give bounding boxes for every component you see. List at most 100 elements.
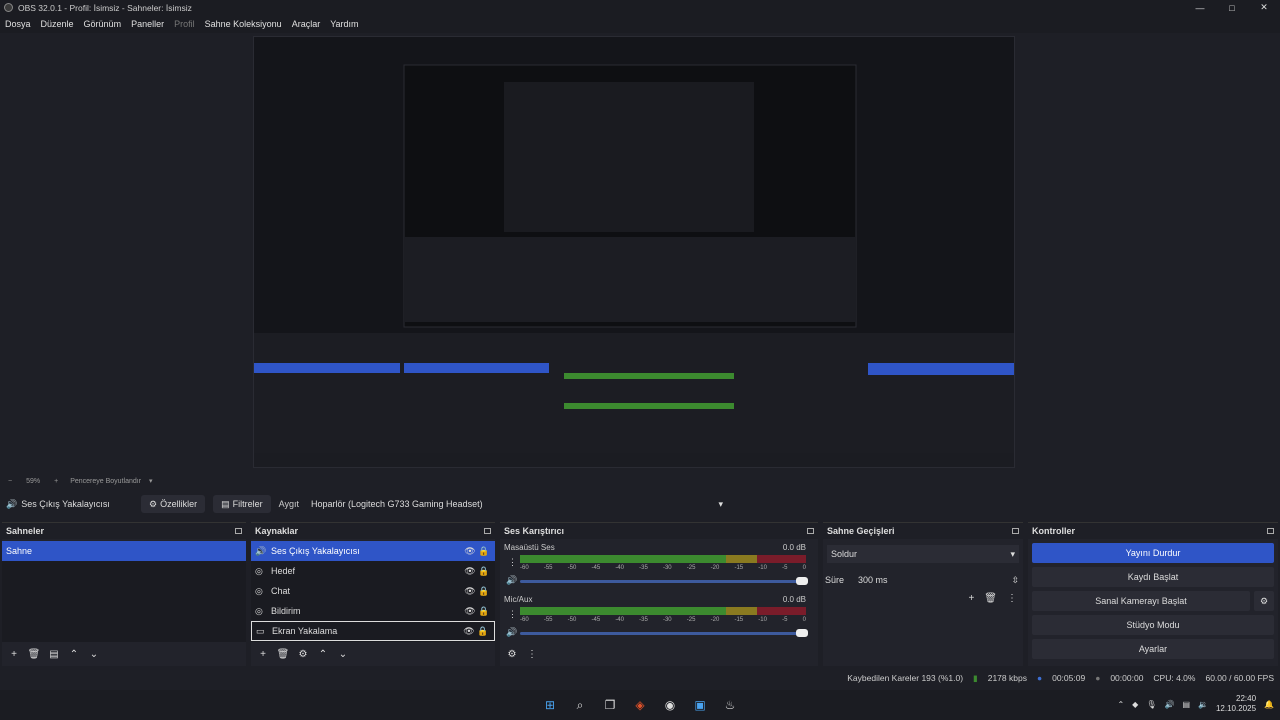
source-item[interactable]: ◎ Hedef 👁 🔒 [251, 561, 495, 581]
volume-slider[interactable] [520, 577, 808, 585]
device-select[interactable]: Hoparlör (Logitech G733 Gaming Headset) … [305, 495, 729, 513]
move-up-icon[interactable]: ⌃ [66, 649, 82, 660]
channel-db: 0.0 dB [782, 543, 806, 552]
menu-profile[interactable]: Profil [169, 19, 200, 29]
lock-icon[interactable]: 🔒 [477, 586, 491, 597]
menu-file[interactable]: Dosya [0, 19, 36, 29]
source-item[interactable]: ◎ Chat 👁 🔒 [251, 581, 495, 601]
menu-dots-icon[interactable]: ⋮ [524, 649, 540, 660]
move-up-icon[interactable]: ⌃ [315, 649, 331, 660]
clock[interactable]: 22:40 12.10.2025 [1216, 694, 1256, 714]
move-down-icon[interactable]: ⌄ [335, 649, 351, 660]
speaker-icon[interactable]: 🔊 [506, 575, 517, 586]
task-view-icon[interactable]: ❐ [600, 695, 620, 715]
menu-dots-icon[interactable]: ⋮ [508, 557, 517, 568]
chevron-up-icon[interactable]: ⌃ [1117, 700, 1124, 709]
eye-icon[interactable]: 👁 [462, 626, 476, 637]
zoom-in-button[interactable]: + [54, 478, 58, 485]
move-down-icon[interactable]: ⌄ [86, 649, 102, 660]
stop-stream-button[interactable]: Yayını Durdur [1032, 543, 1274, 563]
gear-icon[interactable]: ⚙ [295, 649, 311, 660]
network-icon[interactable]: ▤ [1182, 700, 1190, 709]
volume-slider[interactable] [520, 629, 808, 637]
studio-mode-button[interactable]: Stüdyo Modu [1032, 615, 1274, 635]
undock-icon[interactable] [1012, 528, 1019, 534]
close-button[interactable]: ✕ [1248, 0, 1280, 15]
trash-icon[interactable]: 🗑 [275, 649, 291, 660]
settings-button[interactable]: Ayarlar [1032, 639, 1274, 659]
maximize-button[interactable]: □ [1216, 0, 1248, 15]
mixer-settings-icon[interactable]: ⚙ [504, 649, 520, 660]
mixer-footer: ⚙ ⋮ [500, 642, 818, 666]
zoom-out-button[interactable]: − [8, 478, 12, 485]
lock-icon[interactable]: 🔒 [477, 566, 491, 577]
source-name: Ekran Yakalama [272, 626, 338, 636]
eye-icon[interactable]: 👁 [463, 586, 477, 597]
filters-button[interactable]: ▤ Filtreler [213, 495, 271, 513]
microphone-icon[interactable]: 🎙 [1146, 700, 1156, 709]
obs-taskbar-icon[interactable]: ◉ [660, 695, 680, 715]
brave-browser-icon[interactable]: ◈ [630, 695, 650, 715]
tray-app-icon[interactable]: ◆ [1132, 700, 1138, 709]
tick-label: -40 [615, 565, 624, 571]
add-icon[interactable]: + [255, 649, 271, 660]
search-icon[interactable]: ⌕ [570, 695, 590, 715]
undock-icon[interactable] [1267, 528, 1274, 534]
speaker-icon[interactable]: 🔊 [1164, 700, 1174, 709]
menu-scene-collection[interactable]: Sahne Koleksiyonu [200, 19, 287, 29]
lock-icon[interactable]: 🔒 [477, 546, 491, 557]
menu-view[interactable]: Görünüm [79, 19, 127, 29]
trash-icon[interactable]: 🗑 [984, 593, 997, 604]
recursive-preview-image [254, 37, 1014, 467]
minimize-button[interactable]: — [1184, 0, 1216, 15]
duration-input[interactable]: 300 ms [858, 575, 1011, 585]
steam-icon[interactable]: ♨ [720, 695, 740, 715]
transition-type: Soldur [831, 549, 858, 559]
windows-start-icon[interactable]: ⊞ [540, 695, 560, 715]
tick-label: -45 [591, 565, 601, 571]
menu-dots-icon[interactable]: ⋮ [508, 609, 517, 620]
stepper-icon[interactable]: ⇳ [1011, 575, 1019, 586]
undock-icon[interactable] [484, 528, 491, 534]
scene-name: Sahne [6, 546, 33, 556]
undock-icon[interactable] [807, 528, 814, 534]
source-item[interactable]: 🔊 Ses Çıkış Yakalayıcısı 👁 🔒 [251, 541, 495, 561]
chevron-down-icon[interactable]: ▾ [149, 477, 153, 485]
speaker-icon[interactable]: 🔊 [506, 627, 517, 638]
zoom-mode[interactable]: Pencereye Boyutlandır [70, 478, 141, 485]
undock-icon[interactable] [235, 528, 242, 534]
source-item[interactable]: ▭ Ekran Yakalama 👁 🔒 [251, 621, 495, 641]
menu-tools[interactable]: Araçlar [287, 19, 326, 29]
scenes-footer: + 🗑 ▤ ⌃ ⌄ [2, 642, 246, 666]
properties-button[interactable]: ⚙ Özellikler [141, 495, 206, 513]
menu-help[interactable]: Yardım [325, 19, 363, 29]
add-icon[interactable]: + [968, 593, 974, 604]
stream-preview[interactable] [253, 36, 1015, 468]
start-virtual-camera-button[interactable]: Sanal Kamerayı Başlat [1032, 591, 1250, 611]
eye-icon[interactable]: 👁 [463, 566, 477, 577]
menu-dots-icon[interactable]: ⋮ [1007, 593, 1017, 604]
menu-edit[interactable]: Düzenle [36, 19, 79, 29]
start-recording-button[interactable]: Kaydı Başlat [1032, 567, 1274, 587]
mixer-dock: Ses Karıştırıcı Masaüstü Ses 0.0 dB ⋮ -60… [500, 522, 818, 666]
trash-icon[interactable]: 🗑 [26, 649, 42, 660]
lock-icon[interactable]: 🔒 [476, 626, 490, 637]
eye-icon[interactable]: 👁 [463, 606, 477, 617]
scene-item[interactable]: Sahne [2, 541, 246, 561]
lock-icon[interactable]: 🔒 [477, 606, 491, 617]
source-name: Hedef [271, 566, 296, 576]
title-bar: OBS 32.0.1 - Profil: İsimsiz - Sahneler:… [0, 0, 1280, 15]
sources-footer: + 🗑 ⚙ ⌃ ⌄ [251, 642, 495, 666]
volume-icon[interactable]: 🔉 [1198, 700, 1208, 709]
filter-icon[interactable]: ▤ [46, 649, 62, 660]
add-icon[interactable]: + [6, 649, 22, 660]
vcam-row: Sanal Kamerayı Başlat ⚙ [1032, 591, 1274, 611]
transition-select[interactable]: Soldur ▾ [827, 545, 1019, 563]
eye-icon[interactable]: 👁 [463, 546, 477, 557]
gear-icon[interactable]: ⚙ [1254, 591, 1274, 611]
mixer-channel: Masaüstü Ses 0.0 dB ⋮ -60 -55 -50 -45 -40 -35-… [504, 543, 808, 591]
photos-icon[interactable]: ▣ [690, 695, 710, 715]
source-item[interactable]: ◎ Bildirim 👁 🔒 [251, 601, 495, 621]
menu-docks[interactable]: Paneller [126, 19, 169, 29]
notification-bell-icon[interactable]: 🔔 [1264, 700, 1274, 709]
